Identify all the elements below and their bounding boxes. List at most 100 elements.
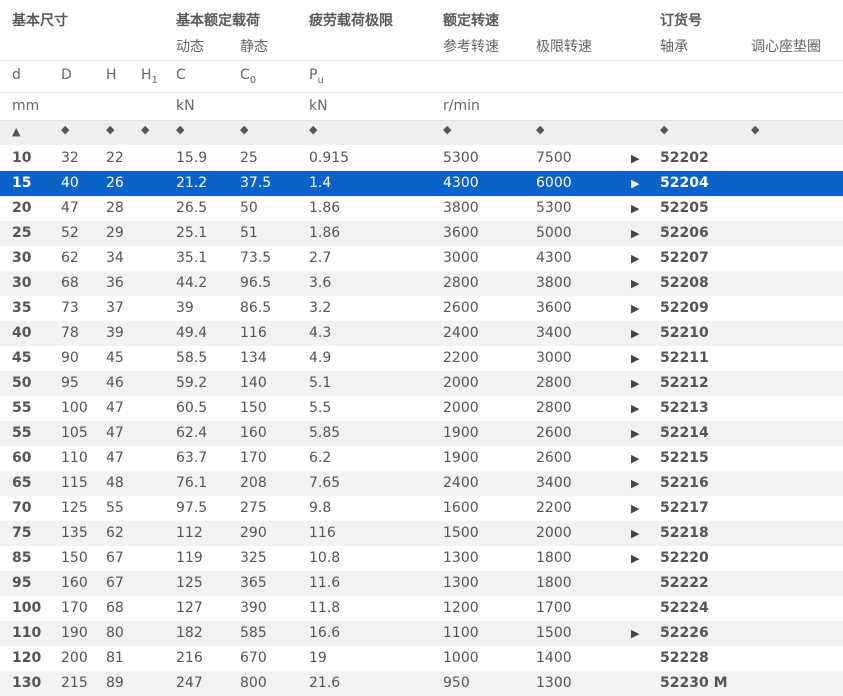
cell-order-number[interactable]: 52210 [660, 325, 709, 341]
sort-icon[interactable]: ◆ [751, 124, 759, 135]
cell-C0: 160 [240, 425, 267, 441]
play-icon[interactable]: ▶ [631, 477, 639, 490]
cell-order-number[interactable]: 52208 [660, 275, 709, 291]
play-icon[interactable]: ▶ [631, 452, 639, 465]
cell-reference-speed: 1100 [443, 625, 479, 641]
cell-order-number[interactable]: 52211 [660, 350, 709, 366]
sort-asc-icon[interactable]: ▲ [12, 125, 20, 138]
play-icon[interactable]: ▶ [631, 152, 639, 165]
play-icon[interactable]: ▶ [631, 352, 639, 365]
play-icon[interactable]: ▶ [631, 627, 639, 640]
play-icon[interactable]: ▶ [631, 327, 639, 340]
cell-d: 120 [12, 650, 42, 666]
table-row[interactable]: 85 150 67 119 325 10.8 1300 1800 ▶ 52220 [0, 546, 843, 571]
table-row[interactable]: 60 110 47 63.7 170 6.2 1900 2600 ▶ 52215 [0, 446, 843, 471]
cell-Pu: 10.8 [309, 550, 341, 566]
cell-reference-speed: 5300 [443, 150, 479, 166]
table-row[interactable]: 110 190 80 182 585 16.6 1100 1500 ▶ 52226 [0, 621, 843, 646]
table-row[interactable]: 35 73 37 39 86.5 3.2 2600 3600 ▶ 52209 [0, 296, 843, 321]
cell-order-number[interactable]: 52217 [660, 500, 709, 516]
cell-order-number[interactable]: 52213 [660, 400, 709, 416]
sort-icon[interactable]: ◆ [660, 124, 668, 135]
cell-order-number[interactable]: 52218 [660, 525, 709, 541]
table-row[interactable]: 55 100 47 60.5 150 5.5 2000 2800 ▶ 52213 [0, 396, 843, 421]
play-icon[interactable]: ▶ [631, 527, 639, 540]
sort-icon[interactable]: ◆ [240, 124, 248, 135]
cell-order-number[interactable]: 52206 [660, 225, 709, 241]
sort-icon[interactable]: ◆ [61, 124, 69, 135]
cell-order-number[interactable]: 52209 [660, 300, 709, 316]
header-rated-speed: 额定转速 [443, 13, 499, 29]
cell-H: 22 [106, 150, 124, 166]
cell-order-number[interactable]: 52202 [660, 150, 709, 166]
cell-reference-speed: 4300 [443, 175, 479, 191]
cell-order-number[interactable]: 52215 [660, 450, 709, 466]
play-icon[interactable]: ▶ [631, 177, 639, 190]
cell-H: 47 [106, 450, 124, 466]
play-icon[interactable]: ▶ [631, 227, 639, 240]
cell-limiting-speed: 3000 [536, 350, 572, 366]
header-static: 静态 [240, 39, 268, 55]
play-icon[interactable]: ▶ [631, 277, 639, 290]
play-icon[interactable]: ▶ [631, 252, 639, 265]
cell-order-number[interactable]: 52222 [660, 575, 709, 591]
sort-icon[interactable]: ◆ [536, 124, 544, 135]
cell-order-number[interactable]: 52205 [660, 200, 709, 216]
play-icon[interactable]: ▶ [631, 377, 639, 390]
cell-order-number[interactable]: 52212 [660, 375, 709, 391]
table-row[interactable]: 15 40 26 21.2 37.5 1.4 4300 6000 ▶ 52204 [0, 171, 843, 196]
table-row[interactable]: 40 78 39 49.4 116 4.3 2400 3400 ▶ 52210 [0, 321, 843, 346]
cell-order-number[interactable]: 52207 [660, 250, 709, 266]
cell-reference-speed: 2400 [443, 325, 479, 341]
table-row[interactable]: 100 170 68 127 390 11.8 1200 1700 52224 [0, 596, 843, 621]
header-subgroup-row: 动态 静态 参考转速 极限转速 轴承 调心座垫圈 [0, 36, 843, 56]
play-icon[interactable]: ▶ [631, 552, 639, 565]
sort-icon[interactable]: ◆ [309, 124, 317, 135]
cell-order-number[interactable]: 52226 [660, 625, 709, 641]
cell-d: 50 [12, 375, 32, 391]
cell-order-number[interactable]: 52230 M [660, 675, 728, 691]
table-row[interactable]: 95 160 67 125 365 11.6 1300 1800 52222 [0, 571, 843, 596]
table-row[interactable]: 30 62 34 35.1 73.5 2.7 3000 4300 ▶ 52207 [0, 246, 843, 271]
cell-order-number[interactable]: 52224 [660, 600, 709, 616]
cell-H: 28 [106, 200, 124, 216]
cell-C0: 134 [240, 350, 267, 366]
play-icon[interactable]: ▶ [631, 427, 639, 440]
sort-icon[interactable]: ◆ [106, 124, 114, 135]
table-row[interactable]: 45 90 45 58.5 134 4.9 2200 3000 ▶ 52211 [0, 346, 843, 371]
cell-order-number[interactable]: 52216 [660, 475, 709, 491]
cell-C0: 800 [240, 675, 267, 691]
cell-reference-speed: 3800 [443, 200, 479, 216]
play-icon[interactable]: ▶ [631, 202, 639, 215]
cell-order-number[interactable]: 52220 [660, 550, 709, 566]
table-row[interactable]: 30 68 36 44.2 96.5 3.6 2800 3800 ▶ 52208 [0, 271, 843, 296]
table-row[interactable]: 70 125 55 97.5 275 9.8 1600 2200 ▶ 52217 [0, 496, 843, 521]
symbol-C0-sub: 0 [249, 75, 257, 86]
sort-icon[interactable]: ◆ [176, 124, 184, 135]
cell-reference-speed: 2600 [443, 300, 479, 316]
sort-icon[interactable]: ◆ [443, 124, 451, 135]
table-row[interactable]: 25 52 29 25.1 51 1.86 3600 5000 ▶ 52206 [0, 221, 843, 246]
table-row[interactable]: 75 135 62 112 290 116 1500 2000 ▶ 52218 [0, 521, 843, 546]
cell-limiting-speed: 1400 [536, 650, 572, 666]
table-row[interactable]: 10 32 22 15.9 25 0.915 5300 7500 ▶ 52202 [0, 146, 843, 171]
sort-icon[interactable]: ◆ [141, 124, 149, 135]
cell-order-number[interactable]: 52214 [660, 425, 709, 441]
cell-H: 26 [106, 175, 124, 191]
cell-d: 100 [12, 600, 42, 616]
symbol-Pu-sub: u [317, 75, 324, 86]
table-row[interactable]: 50 95 46 59.2 140 5.1 2000 2800 ▶ 52212 [0, 371, 843, 396]
play-icon[interactable]: ▶ [631, 502, 639, 515]
cell-order-number[interactable]: 52228 [660, 650, 709, 666]
cell-Pu: 2.7 [309, 250, 332, 266]
cell-d: 10 [12, 150, 32, 166]
cell-order-number[interactable]: 52204 [660, 175, 709, 191]
table-row[interactable]: 130 215 89 247 800 21.6 950 1300 52230 M [0, 671, 843, 696]
play-icon[interactable]: ▶ [631, 402, 639, 415]
table-row[interactable]: 20 47 28 26.5 50 1.86 3800 5300 ▶ 52205 [0, 196, 843, 221]
play-icon[interactable]: ▶ [631, 302, 639, 315]
table-row[interactable]: 55 105 47 62.4 160 5.85 1900 2600 ▶ 52214 [0, 421, 843, 446]
table-row[interactable]: 65 115 48 76.1 208 7.65 2400 3400 ▶ 52216 [0, 471, 843, 496]
symbol-H: H [106, 67, 117, 83]
table-row[interactable]: 120 200 81 216 670 19 1000 1400 52228 [0, 646, 843, 671]
